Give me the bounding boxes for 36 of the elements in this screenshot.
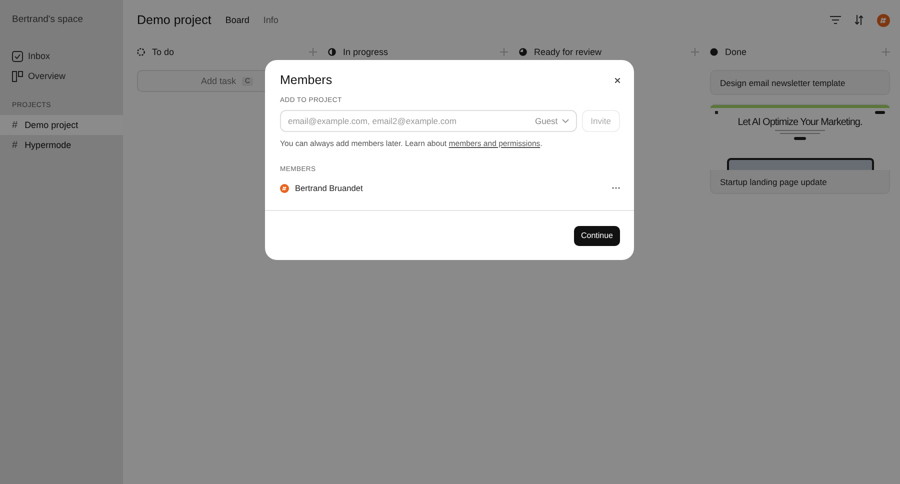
task-card[interactable]: Let AI Optimize Your Marketing. Startup landing page update xyxy=(710,104,890,194)
board-icon xyxy=(12,70,23,82)
add-icon[interactable] xyxy=(882,48,890,56)
project-item[interactable]: # Hypermode xyxy=(0,135,123,155)
card-title: Startup landing page update xyxy=(719,176,828,189)
column-title: To do xyxy=(152,47,174,57)
workspace-name[interactable]: Bertrand's space xyxy=(0,14,123,25)
add-icon[interactable] xyxy=(500,48,508,56)
continue-button[interactable]: Continue xyxy=(574,226,620,246)
dashed-circle-icon xyxy=(137,48,145,56)
column-title: Ready for review xyxy=(534,47,602,57)
email-field[interactable]: email@example.com, email2@example.com Guest xyxy=(280,110,577,132)
role-dropdown[interactable]: Guest xyxy=(534,116,569,126)
avatar-icon xyxy=(877,14,890,26)
preview-headline: Let AI Optimize Your Marketing. xyxy=(738,117,862,128)
tab[interactable]: Info xyxy=(263,15,278,25)
close-icon[interactable] xyxy=(615,78,620,82)
add-icon[interactable] xyxy=(309,48,317,56)
caret-icon[interactable] xyxy=(562,119,569,123)
tab[interactable]: Board xyxy=(225,15,250,25)
project-item[interactable]: # Demo project xyxy=(0,115,123,135)
column-title: Done xyxy=(725,47,747,57)
filter-icon[interactable] xyxy=(830,16,841,24)
sidebar-item[interactable]: Inbox xyxy=(0,46,123,66)
sort-icon[interactable] xyxy=(855,15,863,25)
task-card[interactable]: Design email newsletter template xyxy=(710,70,890,95)
sidebar-item[interactable]: Overview xyxy=(0,66,123,86)
column-title: In progress xyxy=(343,47,388,57)
filled-circle-icon xyxy=(710,48,718,56)
avatar-icon xyxy=(280,184,289,192)
member-name: Bertrand Bruandet xyxy=(295,183,364,193)
inbox-icon xyxy=(12,50,23,62)
pie-circle-icon xyxy=(519,48,527,56)
half-circle-icon xyxy=(328,48,336,56)
add-icon[interactable] xyxy=(691,48,699,56)
page-title: Demo project xyxy=(137,13,212,27)
